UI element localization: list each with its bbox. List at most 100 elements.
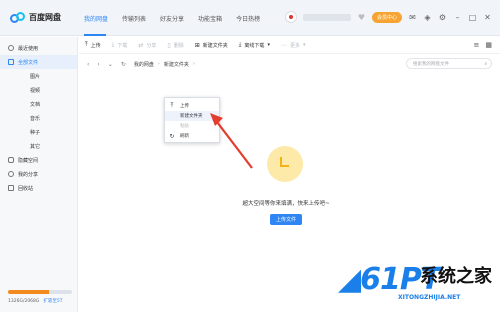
tab-toolbox[interactable]: 功能宝箱 bbox=[198, 14, 222, 23]
download-button[interactable]: ⤓ 下载 bbox=[112, 41, 128, 49]
upload-button[interactable]: ⤒ 上传 bbox=[85, 41, 101, 49]
maximize-icon[interactable]: □ bbox=[468, 13, 477, 22]
grid-view-icon[interactable]: ▦ bbox=[485, 41, 492, 49]
search-icon: ⌕ bbox=[484, 61, 487, 67]
skin-icon[interactable]: ◈ bbox=[423, 13, 432, 22]
chevron-down-icon[interactable]: ⌄ bbox=[108, 61, 113, 68]
context-menu-label: 上传 bbox=[180, 104, 189, 109]
clock-icon bbox=[8, 45, 14, 51]
tab-friend-share[interactable]: 好友分享 bbox=[160, 14, 184, 23]
top-bar: 百度网盘 我的网盘 传输列表 好友分享 功能宝箱 今日热榜 ♥ 会员中心 ✉ ◈… bbox=[0, 0, 500, 36]
tab-hot-list[interactable]: 今日热榜 bbox=[236, 14, 260, 23]
refresh-icon[interactable]: ↻ bbox=[121, 61, 126, 68]
download-icon: ⤓ bbox=[111, 41, 115, 48]
breadcrumb-current[interactable]: 新建文件夹 bbox=[164, 61, 189, 68]
vip-center-button[interactable]: 会员中心 bbox=[371, 11, 402, 23]
sidebar-item-label: 回收站 bbox=[18, 185, 34, 192]
heart-icon[interactable]: ♥ bbox=[357, 13, 366, 22]
sidebar-item-all-files[interactable]: 全部文件 bbox=[0, 55, 77, 69]
sidebar-item-my-shares[interactable]: 我的分享 bbox=[0, 167, 77, 181]
clock-icon bbox=[275, 154, 295, 174]
sidebar-item-label: 音乐 bbox=[30, 115, 41, 122]
search-placeholder: 搜索我的网盘文件 bbox=[413, 61, 449, 67]
offline-download-button[interactable]: ⤓ 离线下载 ▾ bbox=[239, 41, 270, 49]
download-label: 下载 bbox=[117, 42, 128, 49]
active-tab-indicator bbox=[84, 34, 106, 36]
chevron-down-icon: ▾ bbox=[267, 42, 270, 48]
search-input[interactable]: 搜索我的网盘文件 ⌕ bbox=[406, 58, 492, 69]
sidebar-item-label: 其它 bbox=[30, 143, 41, 150]
empty-state-message: 超大空间等你来填满，快来上传吧~ bbox=[242, 201, 330, 207]
sidebar-item-videos[interactable]: 视频 bbox=[0, 83, 77, 97]
avatar[interactable] bbox=[284, 11, 297, 23]
watermark-logo-text: 系统之家 bbox=[420, 266, 492, 287]
forward-icon[interactable]: › bbox=[97, 61, 99, 68]
sidebar-item-recent[interactable]: 最近使用 bbox=[0, 41, 77, 55]
upload-label: 上传 bbox=[90, 42, 101, 49]
trash-icon: ▯ bbox=[167, 41, 171, 49]
main-nav: 我的网盘 传输列表 好友分享 功能宝箱 今日热榜 bbox=[84, 14, 274, 23]
lock-icon bbox=[8, 157, 14, 163]
sidebar-item-recycle-bin[interactable]: 回收站 bbox=[0, 181, 77, 195]
upload-file-button[interactable]: 上传文件 bbox=[270, 214, 302, 225]
sidebar-item-label: 最近使用 bbox=[18, 45, 39, 52]
sidebar-item-documents[interactable]: 文档 bbox=[0, 97, 77, 111]
storage-used-text: 1326G/2068G bbox=[8, 299, 40, 304]
header-actions: ♥ 会员中心 ✉ ◈ ⚙ – □ ✕ bbox=[284, 11, 492, 23]
tab-my-disk[interactable]: 我的网盘 bbox=[84, 14, 108, 23]
share-icon: ⇄ bbox=[138, 41, 144, 49]
trash-icon bbox=[8, 185, 14, 191]
sidebar-item-label: 视频 bbox=[30, 87, 41, 94]
back-icon[interactable]: ‹ bbox=[87, 61, 89, 68]
storage-progress-fill bbox=[8, 290, 49, 294]
more-button[interactable]: ⋯ 更多 ▾ bbox=[281, 42, 306, 49]
folder-icon bbox=[8, 59, 14, 65]
download-cloud-icon: ⤓ bbox=[238, 41, 242, 48]
sidebar-item-images[interactable]: 图片 bbox=[0, 69, 77, 83]
new-folder-label: 新建文件夹 bbox=[202, 42, 228, 49]
app-logo[interactable]: 百度网盘 bbox=[10, 12, 61, 23]
context-menu-label: 刷新 bbox=[180, 134, 189, 139]
sidebar-item-label: 全部文件 bbox=[18, 59, 39, 66]
delete-button[interactable]: ▯ 删除 bbox=[167, 42, 183, 49]
refresh-icon: ↻ bbox=[169, 132, 175, 140]
mail-icon[interactable]: ✉ bbox=[408, 13, 417, 22]
context-menu-label: 粘贴 bbox=[180, 124, 189, 129]
sort-icon[interactable]: ≡ bbox=[474, 41, 480, 49]
breadcrumb-separator: › bbox=[157, 61, 160, 67]
share-button[interactable]: ⇄ 分享 bbox=[138, 42, 156, 49]
sidebar-item-torrents[interactable]: 种子 bbox=[0, 125, 77, 139]
offline-download-label: 离线下载 bbox=[244, 42, 265, 49]
sidebar-item-other[interactable]: 其它 bbox=[0, 139, 77, 153]
watermark: ◢61PT 系统之家 XITONGZHIJIA.NET bbox=[338, 252, 498, 310]
annotation-arrow bbox=[210, 113, 253, 169]
sidebar-item-label: 种子 bbox=[30, 129, 41, 136]
minimize-icon[interactable]: – bbox=[453, 13, 462, 22]
app-name: 百度网盘 bbox=[29, 13, 61, 22]
sidebar: 最近使用 全部文件 图片 视频 文档 音乐 种子 其它 隐藏空间 我的分享 回收… bbox=[0, 37, 78, 312]
folder-plus-icon: ⊞ bbox=[194, 41, 200, 49]
watermark-url: XITONGZHIJIA.NET bbox=[398, 294, 461, 301]
storage-usage: 1326G/2068G 扩容至5T bbox=[8, 290, 72, 304]
more-icon: ⋯ bbox=[280, 41, 287, 49]
chevron-down-icon: ▾ bbox=[302, 42, 306, 48]
sidebar-item-label: 我的分享 bbox=[18, 171, 39, 178]
file-toolbar: ⤒ 上传 ⤓ 下载 ⇄ 分享 ▯ 删除 ⊞ 新建文件夹 ⤓ 离线下载 ▾ ⋯ 更多 ▾ ≡ ▦ bbox=[79, 37, 500, 54]
expand-storage-link[interactable]: 扩容至5T bbox=[43, 299, 62, 304]
baidu-netdisk-logo-icon bbox=[10, 12, 25, 23]
upload-icon: ⤒ bbox=[85, 41, 88, 48]
upload-icon: ⤒ bbox=[170, 102, 174, 109]
sidebar-item-label: 文档 bbox=[30, 101, 41, 108]
path-bar: ‹ › ⌄ ↻ 我的网盘 › 新建文件夹 › 搜索我的网盘文件 ⌕ bbox=[79, 56, 500, 72]
breadcrumb-separator: › bbox=[192, 61, 195, 67]
new-folder-button[interactable]: ⊞ 新建文件夹 bbox=[195, 42, 228, 49]
sidebar-item-music[interactable]: 音乐 bbox=[0, 111, 77, 125]
storage-progress-bar bbox=[8, 290, 72, 294]
empty-state-illustration bbox=[267, 146, 303, 182]
breadcrumb-root[interactable]: 我的网盘 bbox=[134, 61, 154, 68]
settings-icon[interactable]: ⚙ bbox=[438, 13, 447, 22]
sidebar-item-hidden-space[interactable]: 隐藏空间 bbox=[0, 153, 77, 167]
tab-transfer-list[interactable]: 传输列表 bbox=[122, 14, 146, 23]
close-icon[interactable]: ✕ bbox=[483, 13, 492, 22]
share-icon bbox=[8, 171, 14, 177]
